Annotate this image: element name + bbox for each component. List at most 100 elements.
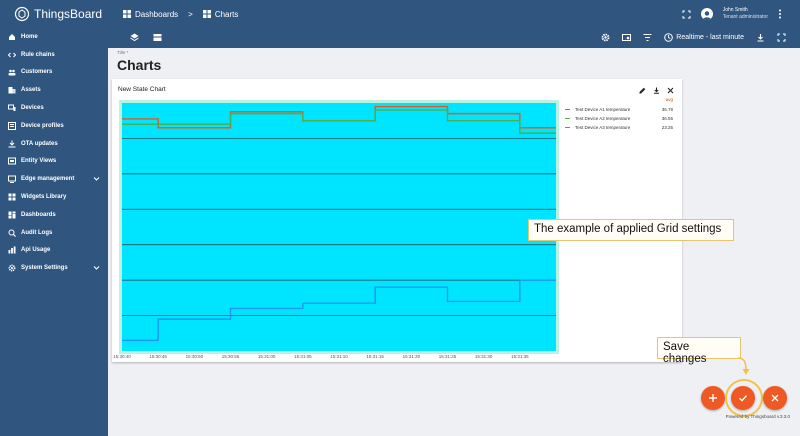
toolbar-left [130, 33, 162, 42]
entity-aliases-icon[interactable] [622, 33, 632, 42]
x-tick-label: 15:31:35 [511, 354, 529, 359]
timewindow-label: Realtime - last minute [676, 34, 744, 41]
dashboard-icon [123, 10, 131, 18]
legend-avg-value: 23.25 [661, 125, 673, 130]
legend-series-name: Test Device A1 temperature [575, 107, 631, 112]
dashboard-icon [202, 10, 211, 18]
chart-legend: avg Test Device A1 temperature 36.78 Tes… [565, 97, 673, 132]
sidebar-item-edge-management[interactable]: Edge management [0, 170, 108, 188]
download-icon[interactable] [756, 33, 765, 42]
sidebar-item-dashboards[interactable]: Dashboards [0, 206, 108, 224]
clock-icon [664, 33, 674, 42]
x-tick-label: 15:31:30 [475, 354, 493, 359]
add-widget-button[interactable] [701, 386, 725, 410]
sidebar-item-system-settings[interactable]: System Settings [0, 259, 108, 277]
legend-item[interactable]: Test Device A2 temperature 36.55 [565, 114, 673, 123]
check-icon [739, 395, 748, 402]
powered-by: Powered by Thingsboard v.3.3.0 [725, 414, 790, 419]
x-tick-label: 15:31:25 [439, 354, 457, 359]
sidebar-nav: Home Rule chains Customers Assets Devices Dev… [0, 28, 108, 277]
x-tick-label: 15:31:10 [330, 354, 348, 359]
avatar[interactable] [700, 8, 713, 20]
fullscreen-icon[interactable] [777, 33, 786, 42]
x-tick-label: 15:30:40 [113, 354, 131, 359]
sidebar-item-home[interactable]: Home [0, 28, 108, 46]
breadcrumb-separator: > [188, 9, 193, 19]
layers-icon[interactable] [130, 33, 139, 42]
x-tick-label: 15:31:15 [366, 354, 384, 359]
x-tick-label: 15:30:55 [222, 354, 240, 359]
sidebar-item-assets[interactable]: Assets [0, 81, 108, 99]
chevron-down-icon[interactable] [93, 264, 100, 271]
grid-settings-callout: The example of applied Grid settings [528, 219, 734, 241]
fullscreen-icon[interactable] [682, 10, 691, 19]
x-tick-label: 15:30:45 [149, 354, 167, 359]
people-icon [8, 70, 16, 76]
chevron-down-icon[interactable] [93, 175, 100, 182]
x-tick-label: 15:31:05 [294, 354, 312, 359]
sidebar-item-label: Widgets Library [21, 194, 67, 201]
legend-avg-value: 36.55 [661, 116, 673, 121]
legend-header-avg: avg [665, 97, 673, 102]
dashboard-icon [8, 211, 16, 219]
sidebar-item-label: Home [21, 33, 38, 40]
sidebar-item-customers[interactable]: Customers [0, 64, 108, 82]
sidebar-item-label: Audit Logs [21, 229, 53, 236]
sidebar-item-rule-chains[interactable]: Rule chains [0, 46, 108, 64]
sidebar-item-label: Entity Views [21, 158, 57, 165]
save-button[interactable] [731, 386, 755, 410]
code-icon [8, 52, 16, 58]
legend-swatch [565, 117, 570, 120]
page-title[interactable]: Charts [117, 57, 161, 73]
user-name: John Smith [722, 7, 748, 13]
user-info[interactable]: John Smith Tenant administrator [723, 7, 768, 21]
sidebar-item-widgets-library[interactable]: Widgets Library [0, 188, 108, 206]
toolbar-right: Realtime - last minute [601, 33, 786, 42]
sidebar-item-label: System Settings [21, 265, 68, 272]
breadcrumb-dashboards[interactable]: Dashboards [135, 10, 178, 19]
gear-icon[interactable] [601, 33, 610, 42]
widgets-icon [8, 193, 16, 201]
logo[interactable]: ThingsBoard [0, 0, 108, 28]
sidebar-item-label: OTA updates [21, 140, 58, 147]
audit-icon [8, 229, 16, 237]
update-icon [8, 140, 16, 148]
legend-avg-value: 36.78 [661, 107, 673, 112]
sidebar-item-label: Edge management [21, 176, 75, 183]
account-icon [702, 11, 711, 20]
devices-icon [8, 104, 16, 112]
legend-item[interactable]: Test Device A3 temperature 23.25 [565, 123, 673, 132]
home-icon [9, 33, 15, 40]
legend-series-name: Test Device A3 temperature [575, 125, 631, 130]
timewindow[interactable]: Realtime - last minute [664, 33, 744, 42]
settings-icon [8, 264, 16, 272]
more-vert-icon[interactable] [778, 9, 782, 19]
close-icon [771, 394, 779, 402]
sidebar-item-api-usage[interactable]: Api Usage [0, 242, 108, 260]
arrow-icon [737, 357, 750, 375]
sidebar-item-entity-views[interactable]: Entity Views [0, 153, 108, 171]
sidebar-item-device-profiles[interactable]: Device profiles [0, 117, 108, 135]
top-bar: Dashboards > Charts John Smith Tenant ad… [108, 0, 800, 28]
breadcrumb: Dashboards > Charts [123, 10, 238, 19]
legend-swatch [565, 126, 570, 129]
states-icon[interactable] [153, 33, 162, 42]
filter-icon[interactable] [643, 33, 652, 42]
domain-icon [8, 87, 16, 94]
user-role: Tenant administrator [722, 14, 768, 20]
x-tick-label: 15:31:20 [403, 354, 421, 359]
view-icon [8, 157, 16, 165]
legend-swatch [565, 108, 570, 111]
x-tick-label: 15:31:00 [258, 354, 276, 359]
sidebar-item-devices[interactable]: Devices [0, 99, 108, 117]
cancel-button[interactable] [763, 386, 787, 410]
sidebar-item-label: Api Usage [21, 247, 51, 254]
plus-icon [709, 394, 717, 402]
sidebar-item-ota-updates[interactable]: OTA updates [0, 135, 108, 153]
sidebar-item-label: Assets [21, 87, 41, 94]
plot-background [122, 103, 556, 351]
legend-item[interactable]: Test Device A1 temperature 36.78 [565, 105, 673, 114]
sidebar-item-label: Devices [21, 105, 44, 112]
sidebar-item-audit-logs[interactable]: Audit Logs [0, 224, 108, 242]
sidebar-item-label: Dashboards [21, 211, 56, 218]
